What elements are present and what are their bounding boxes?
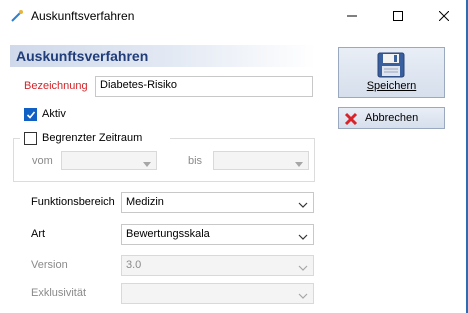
zeitraum-checkbox[interactable] <box>24 132 37 145</box>
version-label: Version <box>31 259 68 271</box>
close-icon <box>438 10 450 24</box>
chevron-down-icon <box>143 157 151 171</box>
form-header: Auskunftsverfahren <box>10 45 316 67</box>
aktiv-checkbox[interactable] <box>24 108 37 121</box>
red-x-icon <box>344 112 358 129</box>
version-select[interactable]: 3.0 <box>121 255 314 276</box>
funktionsbereich-label: Funktionsbereich <box>31 196 115 208</box>
bis-date-picker[interactable] <box>213 151 309 170</box>
bezeichnung-label: Bezeichnung <box>24 80 88 92</box>
maximize-icon <box>393 10 403 24</box>
chevron-down-icon <box>298 230 308 244</box>
funktionsbereich-select[interactable]: Medizin <box>121 192 314 213</box>
version-value: 3.0 <box>126 259 142 271</box>
dialog-content: Auskunftsverfahren Bezeichnung Diabetes-… <box>0 33 468 313</box>
save-button[interactable]: Speichern <box>338 47 445 98</box>
minimize-button[interactable] <box>329 0 375 33</box>
funktionsbereich-value: Medizin <box>126 196 164 208</box>
cancel-button-label: Abbrechen <box>365 112 419 124</box>
bezeichnung-input[interactable]: Diabetes-Risiko <box>95 76 313 97</box>
exklusivitaet-label: Exklusivität <box>31 287 87 299</box>
chevron-down-icon <box>298 261 308 275</box>
bis-label: bis <box>188 155 203 167</box>
chevron-down-icon <box>298 198 308 212</box>
cancel-button[interactable]: Abbrechen <box>338 107 445 129</box>
zeitraum-label: Begrenzter Zeitraum <box>42 132 143 144</box>
wand-icon <box>9 8 25 24</box>
title-bar: Auskunftsverfahren <box>0 0 468 33</box>
aktiv-label: Aktiv <box>42 108 66 120</box>
vom-label: vom <box>32 155 53 167</box>
exklusivitaet-select[interactable] <box>121 283 314 304</box>
art-select[interactable]: Bewertungsskala <box>121 224 314 245</box>
chevron-down-icon <box>295 157 303 171</box>
maximize-button[interactable] <box>375 0 421 33</box>
minimize-icon <box>347 10 357 24</box>
vom-date-picker[interactable] <box>61 151 157 170</box>
window-title: Auskunftsverfahren <box>31 9 135 23</box>
art-label: Art <box>31 228 46 240</box>
close-button[interactable] <box>421 0 467 33</box>
art-value: Bewertungsskala <box>126 228 210 240</box>
form-header-title: Auskunftsverfahren <box>16 48 149 64</box>
floppy-disk-icon <box>377 52 405 81</box>
chevron-down-icon <box>298 289 308 303</box>
bezeichnung-value: Diabetes-Risiko <box>100 79 178 91</box>
save-button-label: Speichern <box>366 80 417 92</box>
